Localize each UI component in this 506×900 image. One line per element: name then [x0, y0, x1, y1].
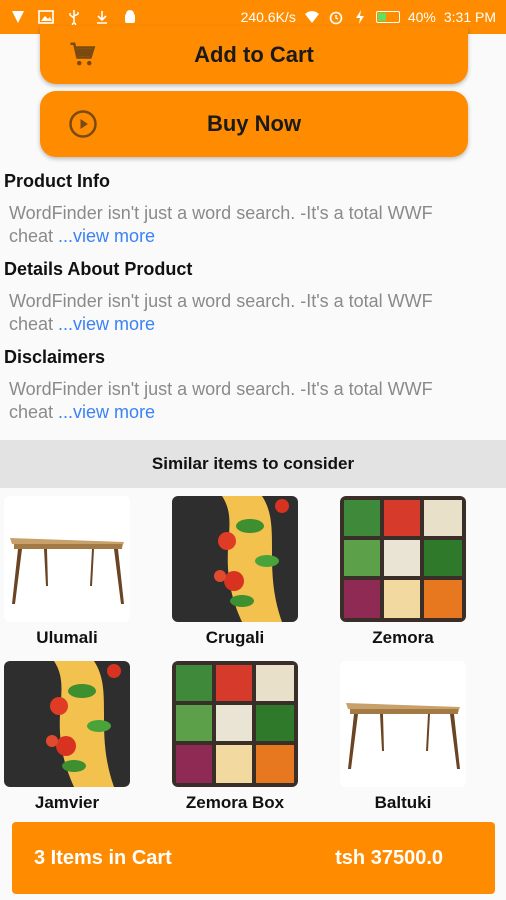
- similar-item-name: Zemora Box: [185, 793, 285, 812]
- similar-item-name: Crugali: [205, 628, 265, 647]
- usb-icon: [69, 10, 79, 25]
- details-title: Details About Product: [4, 259, 193, 279]
- status-left-icons: [10, 9, 138, 25]
- disclaimers-view-more-link[interactable]: ...view more: [58, 402, 155, 422]
- similar-item-name: Zemora: [372, 628, 434, 647]
- image-icon: [38, 10, 54, 24]
- similar-item[interactable]: Crugali: [172, 496, 298, 648]
- battery-fill: [377, 13, 386, 21]
- details-text: WordFinder isn't just a word search. -It…: [9, 290, 479, 336]
- table-image: [340, 661, 466, 787]
- charging-icon: [355, 10, 364, 24]
- add-to-cart-label: Add to Cart: [194, 42, 314, 67]
- network-speed: 240.6K/s: [240, 9, 296, 25]
- table-image: [4, 496, 130, 622]
- similar-item[interactable]: Zemora Box: [172, 661, 298, 813]
- vegetables-image: [172, 661, 298, 787]
- wifi-icon: [304, 11, 319, 23]
- battery-icon: [375, 11, 400, 23]
- vegetables-image: [340, 496, 466, 622]
- clock: 3:31 PM: [443, 9, 496, 25]
- similar-item-name: Ulumali: [36, 628, 98, 647]
- similar-item[interactable]: Ulumali: [4, 496, 130, 648]
- similar-item[interactable]: Baltuki: [340, 661, 466, 813]
- product-info-view-more-link[interactable]: ...view more: [58, 226, 155, 246]
- cart-icon: [70, 42, 96, 66]
- download-icon: [97, 11, 107, 24]
- cart-total: tsh 37500.0: [335, 846, 443, 869]
- buy-now-button[interactable]: Buy Now: [40, 91, 468, 157]
- pasta-image: [4, 661, 130, 787]
- product-info-text: WordFinder isn't just a word search. -It…: [9, 202, 479, 248]
- battery-percent: 40%: [407, 9, 436, 25]
- details-view-more-link[interactable]: ...view more: [58, 314, 155, 334]
- disclaimers-text: WordFinder isn't just a word search. -It…: [9, 378, 479, 424]
- similar-item[interactable]: Zemora: [340, 496, 466, 648]
- pasta-image: [172, 496, 298, 622]
- alarm-icon: [329, 11, 343, 25]
- similar-item-name: Baltuki: [374, 793, 432, 812]
- add-to-cart-button[interactable]: Add to Cart: [40, 26, 468, 84]
- similar-item-name: Jamvier: [34, 793, 100, 812]
- cart-summary-bar[interactable]: 3 Items in Cart tsh 37500.0: [12, 822, 495, 894]
- disclaimers-title: Disclaimers: [4, 347, 106, 367]
- product-info-title: Product Info: [4, 171, 110, 191]
- cart-items-count: 3 Items in Cart: [34, 846, 172, 869]
- status-right: 240.6K/s 40% 3:31 PM: [241, 9, 496, 25]
- similar-item[interactable]: Jamvier: [4, 661, 130, 813]
- similar-items-header: Similar items to consider: [0, 440, 506, 488]
- v-app-icon: [12, 11, 24, 23]
- play-circle-icon: [69, 110, 97, 138]
- buy-now-label: Buy Now: [206, 111, 302, 136]
- android-icon: [125, 10, 135, 23]
